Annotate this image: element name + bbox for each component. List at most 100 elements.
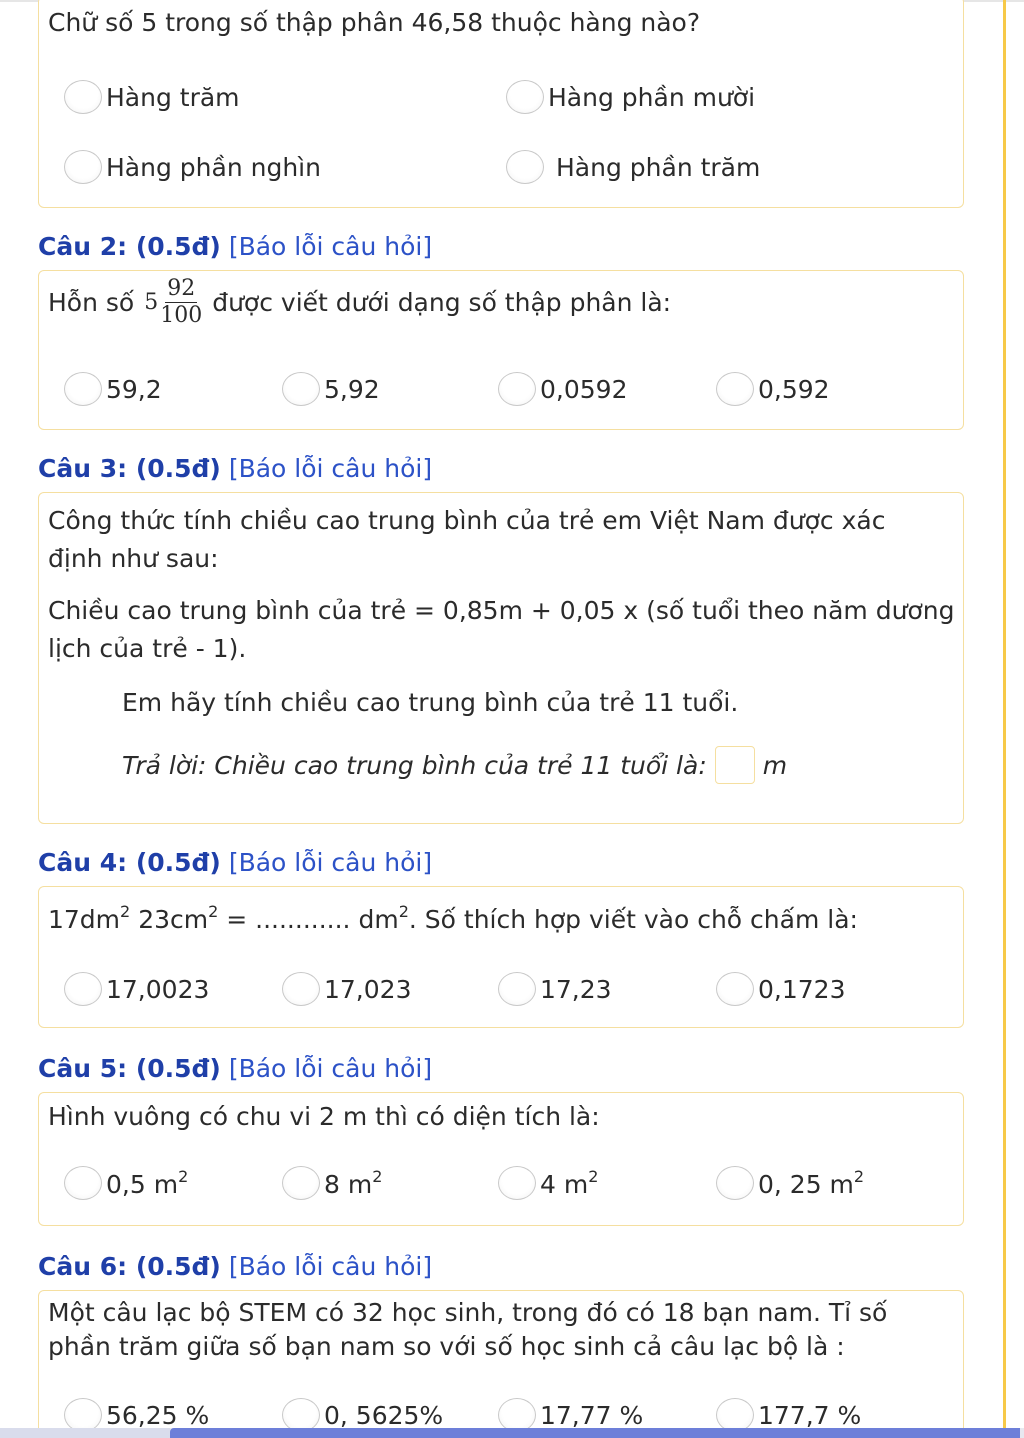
- q6-option-2[interactable]: 0, 5625%: [282, 1398, 443, 1432]
- radio-icon[interactable]: [716, 372, 754, 406]
- question-number: Câu 5: (0.5đ): [38, 1054, 221, 1083]
- report-error-link[interactable]: [Báo lỗi câu hỏi]: [229, 1252, 432, 1281]
- radio-icon[interactable]: [64, 1166, 102, 1200]
- radio-icon[interactable]: [282, 372, 320, 406]
- option-label: 5,92: [324, 374, 380, 404]
- radio-icon[interactable]: [716, 972, 754, 1006]
- option-label: 17,23: [540, 974, 612, 1004]
- question-number: Câu 3: (0.5đ): [38, 454, 221, 483]
- option-label: 8 m2: [324, 1167, 383, 1199]
- q6-option-1[interactable]: 56,25 %: [64, 1398, 209, 1432]
- option-label: 4 m2: [540, 1167, 599, 1199]
- option-label: 17,0023: [106, 974, 210, 1004]
- radio-icon[interactable]: [506, 80, 544, 114]
- q4-option-1[interactable]: 17,0023: [64, 972, 209, 1006]
- option-label: 0, 5625%: [324, 1400, 444, 1430]
- q2-option-3[interactable]: 0,0592: [498, 372, 627, 406]
- radio-icon[interactable]: [498, 1166, 536, 1200]
- q5-option-3[interactable]: 4 m2: [498, 1166, 598, 1200]
- radio-icon[interactable]: [282, 1398, 320, 1432]
- question-2-text: Hỗn số 5 92 100 được viết dưới dạng số th…: [48, 276, 671, 329]
- exponent: 2: [208, 902, 219, 921]
- q1-option-2[interactable]: Hàng phần mười: [506, 80, 755, 114]
- term-a: 17dm: [48, 905, 121, 934]
- question-prefix: Hỗn số: [48, 288, 135, 317]
- question-2-header: Câu 2: (0.5đ) [Báo lỗi câu hỏi]: [38, 232, 432, 261]
- q1-option-1[interactable]: Hàng trăm: [64, 80, 240, 114]
- question-4-text: 17dm2 23cm2 = ............ dm2. Số thích…: [48, 902, 858, 934]
- q5-option-1[interactable]: 0,5 m2: [64, 1166, 188, 1200]
- radio-icon[interactable]: [64, 972, 102, 1006]
- report-error-link[interactable]: [Báo lỗi câu hỏi]: [229, 1054, 432, 1083]
- q2-option-1[interactable]: 59,2: [64, 372, 162, 406]
- radio-icon[interactable]: [64, 80, 102, 114]
- question-3-line-3: Chiều cao trung bình của trẻ = 0,85m + 0…: [48, 596, 955, 625]
- question-3-answer-row: Trả lời: Chiều cao trung bình của trẻ 11…: [122, 746, 787, 784]
- right-edge-line: [1003, 0, 1006, 1438]
- question-6-line-1: Một câu lạc bộ STEM có 32 học sinh, tron…: [48, 1298, 888, 1327]
- answer-input[interactable]: [714, 746, 755, 784]
- question-3-header: Câu 3: (0.5đ) [Báo lỗi câu hỏi]: [38, 454, 432, 483]
- question-3-line-1: Công thức tính chiều cao trung bình của …: [48, 506, 886, 535]
- term-c: dm: [358, 905, 399, 934]
- question-number: Câu 6: (0.5đ): [38, 1252, 221, 1281]
- q2-option-4[interactable]: 0,592: [716, 372, 830, 406]
- radio-icon[interactable]: [64, 372, 102, 406]
- q2-option-2[interactable]: 5,92: [282, 372, 380, 406]
- radio-icon[interactable]: [282, 1166, 320, 1200]
- exponent: 2: [120, 902, 131, 921]
- progress-track: [0, 1428, 170, 1438]
- option-label: 17,77 %: [540, 1400, 644, 1430]
- q4-option-4[interactable]: 0,1723: [716, 972, 845, 1006]
- radio-icon[interactable]: [716, 1398, 754, 1432]
- q6-option-4[interactable]: 177,7 %: [716, 1398, 861, 1432]
- option-label: 59,2: [106, 374, 162, 404]
- q6-option-3[interactable]: 17,77 %: [498, 1398, 643, 1432]
- option-label: 0,592: [758, 374, 830, 404]
- question-5-text: Hình vuông có chu vi 2 m thì có diện tíc…: [48, 1102, 600, 1131]
- option-label: 17,023: [324, 974, 412, 1004]
- report-error-link[interactable]: [Báo lỗi câu hỏi]: [229, 454, 432, 483]
- report-error-link[interactable]: [Báo lỗi câu hỏi]: [229, 232, 432, 261]
- question-4-header: Câu 4: (0.5đ) [Báo lỗi câu hỏi]: [38, 848, 432, 877]
- question-5-header: Câu 5: (0.5đ) [Báo lỗi câu hỏi]: [38, 1054, 432, 1083]
- fraction-denominator: 100: [160, 303, 203, 328]
- mixed-whole: 5: [144, 290, 159, 315]
- report-error-link[interactable]: [Báo lỗi câu hỏi]: [229, 848, 432, 877]
- radio-icon[interactable]: [498, 1398, 536, 1432]
- term-b: 23cm: [138, 905, 209, 934]
- q4-option-3[interactable]: 17,23: [498, 972, 612, 1006]
- question-suffix: được viết dưới dạng số thập phân là:: [212, 288, 672, 317]
- radio-icon[interactable]: [498, 972, 536, 1006]
- radio-icon[interactable]: [64, 1398, 102, 1432]
- option-label: Hàng phần nghìn: [106, 152, 321, 182]
- radio-icon[interactable]: [506, 150, 544, 184]
- option-label: 177,7 %: [758, 1400, 862, 1430]
- q5-option-4[interactable]: 0, 25 m2: [716, 1166, 864, 1200]
- option-label: 56,25 %: [106, 1400, 210, 1430]
- radio-icon[interactable]: [716, 1166, 754, 1200]
- progress-fill: [170, 1428, 1020, 1438]
- question-3-line-4: lịch của trẻ - 1).: [48, 634, 247, 663]
- answer-label: Trả lời: Chiều cao trung bình của trẻ 11…: [122, 750, 707, 780]
- q4-option-2[interactable]: 17,023: [282, 972, 411, 1006]
- blank-dots: = ............: [226, 905, 351, 934]
- q5-option-2[interactable]: 8 m2: [282, 1166, 382, 1200]
- exponent: 2: [398, 902, 409, 921]
- option-label: 0,0592: [540, 374, 628, 404]
- bottom-progress-bar: [0, 1428, 1024, 1438]
- question-suffix: . Số thích hợp viết vào chỗ chấm là:: [408, 905, 858, 934]
- q1-option-3[interactable]: Hàng phần nghìn: [64, 150, 321, 184]
- q1-option-4[interactable]: Hàng phần trăm: [506, 150, 760, 184]
- question-3-line-5: Em hãy tính chiều cao trung bình của trẻ…: [122, 688, 739, 717]
- fraction-numerator: 92: [165, 276, 198, 303]
- question-number: Câu 2: (0.5đ): [38, 232, 221, 261]
- question-1-text: Chữ số 5 trong số thập phân 46,58 thuộc …: [48, 8, 701, 37]
- radio-icon[interactable]: [498, 372, 536, 406]
- question-6-line-2: phần trăm giữa số bạn nam so với số học …: [48, 1332, 845, 1361]
- radio-icon[interactable]: [282, 972, 320, 1006]
- option-label: Hàng phần mười: [548, 82, 756, 112]
- question-number: Câu 4: (0.5đ): [38, 848, 221, 877]
- option-label: 0,5 m2: [106, 1167, 189, 1199]
- radio-icon[interactable]: [64, 150, 102, 184]
